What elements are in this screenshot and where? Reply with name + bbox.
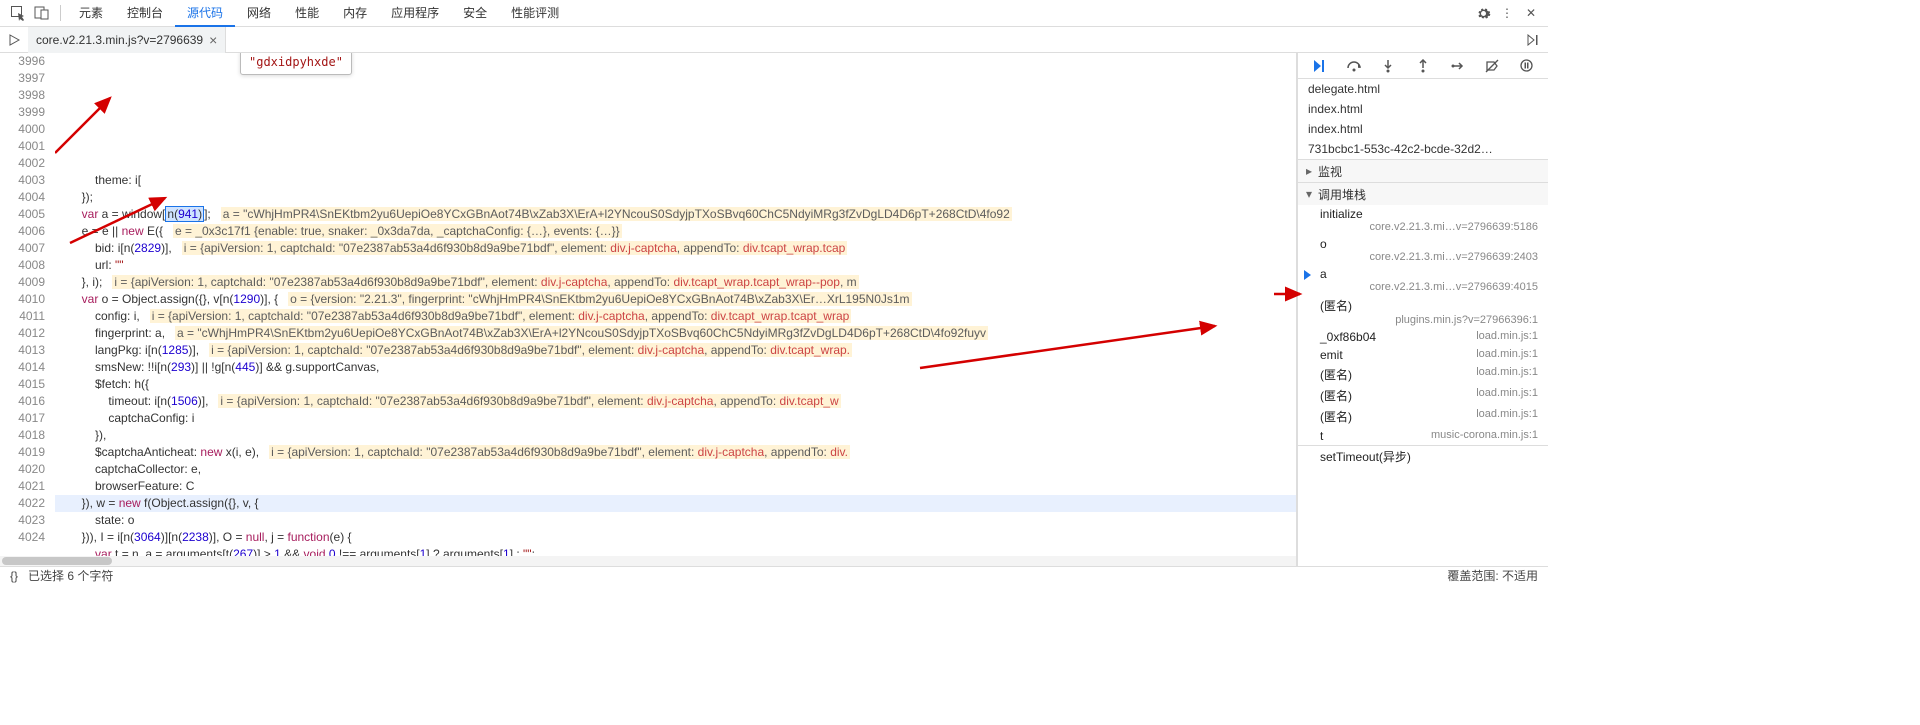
devtools-tab-0[interactable]: 元素 [67, 0, 115, 27]
resume-icon[interactable] [1308, 55, 1330, 77]
pause-on-exceptions-icon[interactable] [1516, 55, 1538, 77]
separator [60, 5, 61, 21]
code-line[interactable]: captchaCollector: e, [55, 461, 1296, 478]
code-line[interactable]: }), w = new f(Object.assign({}, v, { [55, 495, 1296, 512]
device-toggle-icon[interactable] [30, 1, 54, 25]
code-line[interactable]: url: "" [55, 257, 1296, 274]
devtools-tab-2[interactable]: 源代码 [175, 0, 235, 27]
code-line[interactable]: theme: i[ [55, 172, 1296, 189]
code-line[interactable]: smsNew: !!i[n(293)] || !g[n(445)] && g.s… [55, 359, 1296, 376]
pretty-print-icon[interactable]: {} [10, 569, 18, 583]
scope-file-item[interactable]: delegate.html [1298, 79, 1548, 99]
callstack-frame[interactable]: (匿名)load.min.js:1 [1298, 364, 1548, 385]
code-line[interactable]: }, i); i = {apiVersion: 1, captchaId: "0… [55, 274, 1296, 291]
callstack-panel-header[interactable]: ▾ 调用堆栈 [1298, 183, 1548, 205]
code-line[interactable]: langPkg: i[n(1285)], i = {apiVersion: 1,… [55, 342, 1296, 359]
devtools-tab-7[interactable]: 安全 [451, 0, 499, 27]
watch-panel: ▸ 监视 [1298, 159, 1548, 182]
callstack-frame[interactable]: setTimeout(异步) [1298, 445, 1548, 467]
value-tooltip: "gdxidpyhxde" [240, 53, 352, 75]
callstack-frame[interactable]: (匿名)plugins.min.js?v=27966396:1 [1298, 295, 1548, 328]
step-icon[interactable] [1447, 55, 1469, 77]
callstack-frame[interactable]: initializecore.v2.21.3.mi…v=2796639:5186 [1298, 205, 1548, 235]
expand-triangle-icon: ▾ [1304, 187, 1314, 201]
callstack-panel: ▾ 调用堆栈 initializecore.v2.21.3.mi…v=27966… [1298, 182, 1548, 467]
devtools-tab-8[interactable]: 性能评测 [499, 0, 571, 27]
callstack-frame[interactable]: ocore.v2.21.3.mi…v=2796639:2403 [1298, 235, 1548, 265]
code-line[interactable]: }), [55, 427, 1296, 444]
line-number-gutter: 3996399739983999400040014002400340044005… [0, 53, 55, 566]
sources-file-tabbar: core.v2.21.3.min.js?v=2796639 × [0, 27, 1548, 53]
kebab-menu-icon[interactable]: ⋮ [1496, 2, 1518, 24]
devtools-tab-6[interactable]: 应用程序 [379, 0, 451, 27]
code-line[interactable]: browserFeature: C [55, 478, 1296, 495]
devtools-tab-5[interactable]: 内存 [331, 0, 379, 27]
code-line[interactable]: }); [55, 189, 1296, 206]
devtools-tab-4[interactable]: 性能 [283, 0, 331, 27]
horizontal-scrollbar[interactable] [0, 556, 1296, 566]
callstack-frame[interactable]: tmusic-corona.min.js:1 [1298, 427, 1548, 445]
scope-files-list: delegate.htmlindex.htmlindex.html731bcbc… [1298, 79, 1548, 159]
file-tab-name: core.v2.21.3.min.js?v=2796639 [36, 27, 203, 53]
file-tab[interactable]: core.v2.21.3.min.js?v=2796639 × [28, 27, 226, 53]
close-tab-icon[interactable]: × [209, 27, 217, 53]
debugger-toolbar [1298, 53, 1548, 79]
scope-file-item[interactable]: 731bcbc1-553c-42c2-bcde-32d2… [1298, 139, 1548, 159]
code-line[interactable]: bid: i[n(2829)], i = {apiVersion: 1, cap… [55, 240, 1296, 257]
selection-status: 已选择 6 个字符 [28, 567, 113, 584]
code-line[interactable]: e = e || new E({ e = _0x3c17f1 {enable: … [55, 223, 1296, 240]
callstack-frame[interactable]: _0xf86b04load.min.js:1 [1298, 328, 1548, 346]
scope-file-item[interactable]: index.html [1298, 119, 1548, 139]
callstack-frame[interactable]: acore.v2.21.3.mi…v=2796639:4015 [1298, 265, 1548, 295]
collapse-triangle-icon: ▸ [1304, 164, 1314, 178]
source-code-body[interactable]: "gdxidpyhxde" theme: i[ }); var a = wind… [55, 53, 1296, 566]
debugger-sidebar: delegate.htmlindex.htmlindex.html731bcbc… [1297, 53, 1548, 566]
callstack-frame[interactable]: (匿名)load.min.js:1 [1298, 406, 1548, 427]
callstack-frame[interactable]: emitload.min.js:1 [1298, 346, 1548, 364]
code-line[interactable]: $fetch: h({ [55, 376, 1296, 393]
watch-panel-header[interactable]: ▸ 监视 [1298, 160, 1548, 182]
code-line[interactable]: timeout: i[n(1506)], i = {apiVersion: 1,… [55, 393, 1296, 410]
deactivate-breakpoints-icon[interactable] [1481, 55, 1503, 77]
code-line[interactable]: state: o [55, 512, 1296, 529]
settings-icon[interactable] [1472, 2, 1494, 24]
run-snippet-icon[interactable] [0, 34, 28, 46]
source-code-pane[interactable]: 3996399739983999400040014002400340044005… [0, 53, 1297, 566]
callstack-panel-label: 调用堆栈 [1318, 186, 1366, 203]
coverage-status: 覆盖范围: 不适用 [1447, 567, 1538, 584]
annotation-arrow [55, 73, 125, 173]
code-line[interactable]: fingerprint: a, a = "cWhjHmPR4\SnEKtbm2y… [55, 325, 1296, 342]
scope-file-item[interactable]: index.html [1298, 99, 1548, 119]
code-line[interactable]: var a = window[n(941)]; a = "cWhjHmPR4\S… [55, 206, 1296, 223]
devtools-tabbar: 元素控制台源代码网络性能内存应用程序安全性能评测 ⋮ ✕ [0, 0, 1548, 27]
scrollbar-thumb[interactable] [2, 557, 112, 565]
devtools-tab-3[interactable]: 网络 [235, 0, 283, 27]
code-line[interactable]: })), I = i[n(3064)][n(2238)], O = null, … [55, 529, 1296, 546]
inspect-icon[interactable] [6, 1, 30, 25]
code-line[interactable]: $captchaAnticheat: new x(i, e), i = {api… [55, 444, 1296, 461]
code-line[interactable]: config: i, i = {apiVersion: 1, captchaId… [55, 308, 1296, 325]
goto-end-icon[interactable] [1520, 34, 1548, 46]
close-devtools-icon[interactable]: ✕ [1520, 2, 1542, 24]
step-into-icon[interactable] [1377, 55, 1399, 77]
devtools-tab-1[interactable]: 控制台 [115, 0, 175, 27]
watch-panel-label: 监视 [1318, 163, 1342, 180]
code-line[interactable]: var o = Object.assign({}, v[n(1290)], { … [55, 291, 1296, 308]
step-out-icon[interactable] [1412, 55, 1434, 77]
status-bar: {} 已选择 6 个字符 覆盖范围: 不适用 [0, 566, 1548, 584]
callstack-frame[interactable]: (匿名)load.min.js:1 [1298, 385, 1548, 406]
step-over-icon[interactable] [1343, 55, 1365, 77]
code-line[interactable]: captchaConfig: i [55, 410, 1296, 427]
